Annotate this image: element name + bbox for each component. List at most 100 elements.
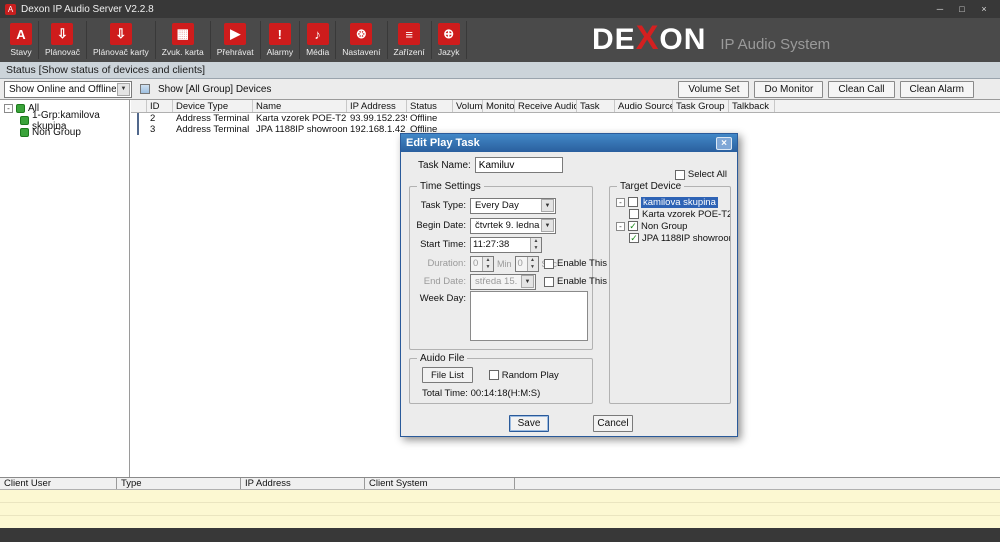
column-header-client-type[interactable]: Type [117,478,241,489]
week-day-listbox[interactable] [470,291,588,341]
spin-down-icon[interactable]: ▼ [483,264,493,271]
end-date-enable-checkbox[interactable]: Enable This [544,276,607,287]
spinner-arrows[interactable]: ▲▼ [530,238,541,252]
random-play-checkbox[interactable]: Random Play [489,370,559,381]
toolbar-item-planovac[interactable]: ⇩ Plánovač [39,21,87,59]
dialog-title-bar[interactable]: Edit Play Task × [401,134,737,152]
volume-set-button[interactable]: Volume Set [678,81,749,98]
spin-up-icon[interactable]: ▲ [528,257,538,264]
spin-down-icon[interactable]: ▼ [531,245,541,252]
title-bar[interactable]: A Dexon IP Audio Server V2.2.8 ─ □ × [0,0,1000,18]
close-button[interactable]: × [973,2,995,16]
brand-name: DEXON [592,23,706,55]
target-tree-item-karta-vzorek[interactable]: Karta vzorek POE-T2 [610,208,730,220]
duration-row: Duration: 0 ▲▼ Min 0 ▲▼ Sec Enable This [412,255,590,272]
cell-ip-address: 192.168.1.42 [347,124,407,135]
brand-de: DE [592,23,636,56]
checkbox-checked-icon[interactable]: ✓ [629,233,639,243]
maximize-button[interactable]: □ [951,2,973,16]
tree-item-label: Non Group [32,127,81,138]
collapse-icon[interactable]: - [616,198,625,207]
toolbar-item-stavy[interactable]: A Stavy [4,21,39,59]
target-tree-item-jpa-1188ip[interactable]: ✓ JPA 1188IP showroom [610,232,730,244]
dialog-close-button[interactable]: × [716,137,732,150]
column-header-talkback[interactable]: Talkback [729,100,775,112]
spin-up-icon[interactable]: ▲ [531,238,541,245]
column-header-status[interactable]: Status [407,100,453,112]
clean-call-button[interactable]: Clean Call [828,81,894,98]
cell-id: 2 [147,113,173,124]
toolbar-item-nastaveni[interactable]: ⊛ Nastavení [336,21,387,59]
column-header-volume[interactable]: Volume [453,100,483,112]
start-time-spinner[interactable]: 11:27:38 ▲▼ [470,237,542,253]
target-tree-item-kamilova-skupina[interactable]: - kamilova skupina [610,196,730,208]
toolbar-item-prehravat[interactable]: ▶ Přehrávat [211,21,261,59]
brand-x: X [636,19,660,57]
play-icon: ▶ [224,23,246,45]
column-header-icon[interactable] [131,100,147,112]
audio-file-row: File List Random Play [422,367,559,383]
collapse-icon[interactable]: - [616,222,625,231]
spin-down-icon[interactable]: ▼ [528,264,538,271]
tree-item-kamilova-skupina[interactable]: 1-Grp:kamilova skupina [0,115,129,126]
chevron-down-icon: ▼ [521,275,534,288]
toolbar-item-zarizeni[interactable]: ≡ Zařízení [388,21,432,59]
spinner-arrows[interactable]: ▲▼ [482,257,493,271]
column-header-monitor[interactable]: Monitor [483,100,515,112]
end-date-picker[interactable]: středa 15. ledna 2 ▼ [470,274,536,290]
spinner-arrows[interactable]: ▲▼ [527,257,538,271]
file-list-button[interactable]: File List [422,367,473,383]
toolbar-item-label: Přehrávat [217,47,254,57]
column-header-name[interactable]: Name [253,100,347,112]
column-header-receive-audio[interactable]: Receive Audio [515,100,577,112]
select-all-checkbox[interactable]: Select All [675,169,727,180]
settings-icon: ⊛ [350,23,372,45]
task-type-select[interactable]: Every Day ▼ [470,198,556,214]
toolbar-item-planovac-karty[interactable]: ⇩ Plánovač karty [87,21,156,59]
begin-date-picker[interactable]: čtvrtek 9. ledna 2 ▼ [470,218,556,234]
column-header-client-user[interactable]: Client User [0,478,117,489]
column-header-device-type[interactable]: Device Type [173,100,253,112]
checkbox-checked-icon[interactable]: ✓ [628,221,638,231]
collapse-icon[interactable]: - [4,104,13,113]
checkbox-icon [544,259,554,269]
do-monitor-button[interactable]: Do Monitor [754,81,823,98]
clean-alarm-button[interactable]: Clean Alarm [900,81,974,98]
task-name-row: Task Name: [418,157,563,173]
task-name-input[interactable] [475,157,563,173]
checkbox-icon[interactable] [628,197,638,207]
checkbox-icon[interactable] [629,209,639,219]
column-header-audio-source[interactable]: Audio Source [615,100,673,112]
device-row[interactable]: 2 Address Terminal Karta vzorek POE-T2 9… [131,113,1000,124]
cell-name: Karta vzorek POE-T2 [253,113,347,124]
toolbar-item-jazyk[interactable]: ⊕ Jazyk [432,21,467,59]
duration-min-spinner[interactable]: 0 ▲▼ [470,256,494,272]
toolbar-item-label: Média [306,47,329,57]
device-table-header: ID Device Type Name IP Address Status Vo… [131,100,1000,113]
duration-sec-spinner[interactable]: 0 ▲▼ [515,256,539,272]
task-name-label: Task Name: [418,160,471,171]
column-header-client-ip[interactable]: IP Address [241,478,365,489]
online-filter-select[interactable]: Show Online and Offline ▼ [4,81,132,98]
soundcard-icon: ▦ [172,23,194,45]
toolbar-item-label: Stavy [10,47,31,57]
minimize-button[interactable]: ─ [929,2,951,16]
cancel-button[interactable]: Cancel [593,415,633,432]
toolbar-item-media[interactable]: ♪ Média [300,21,336,59]
duration-enable-checkbox[interactable]: Enable This [544,258,607,269]
column-header-filler [515,478,1000,489]
alarm-icon: ! [269,23,291,45]
spin-up-icon[interactable]: ▲ [483,257,493,264]
toolbar-item-zvuk-karta[interactable]: ▦ Zvuk. karta [156,21,211,59]
column-header-client-system[interactable]: Client System [365,478,515,489]
toolbar-item-alarmy[interactable]: ! Alarmy [261,21,300,59]
column-header-task-group[interactable]: Task Group [673,100,729,112]
action-buttons: Volume Set Do Monitor Clean Call Clean A… [678,81,974,98]
save-button[interactable]: Save [509,415,549,432]
column-header-task[interactable]: Task [577,100,615,112]
target-tree-item-non-group[interactable]: - ✓ Non Group [610,220,730,232]
card-scheduler-icon: ⇩ [110,23,132,45]
column-header-ip-address[interactable]: IP Address [347,100,407,112]
column-header-id[interactable]: ID [147,100,173,112]
toolbar-item-label: Nastavení [342,47,380,57]
